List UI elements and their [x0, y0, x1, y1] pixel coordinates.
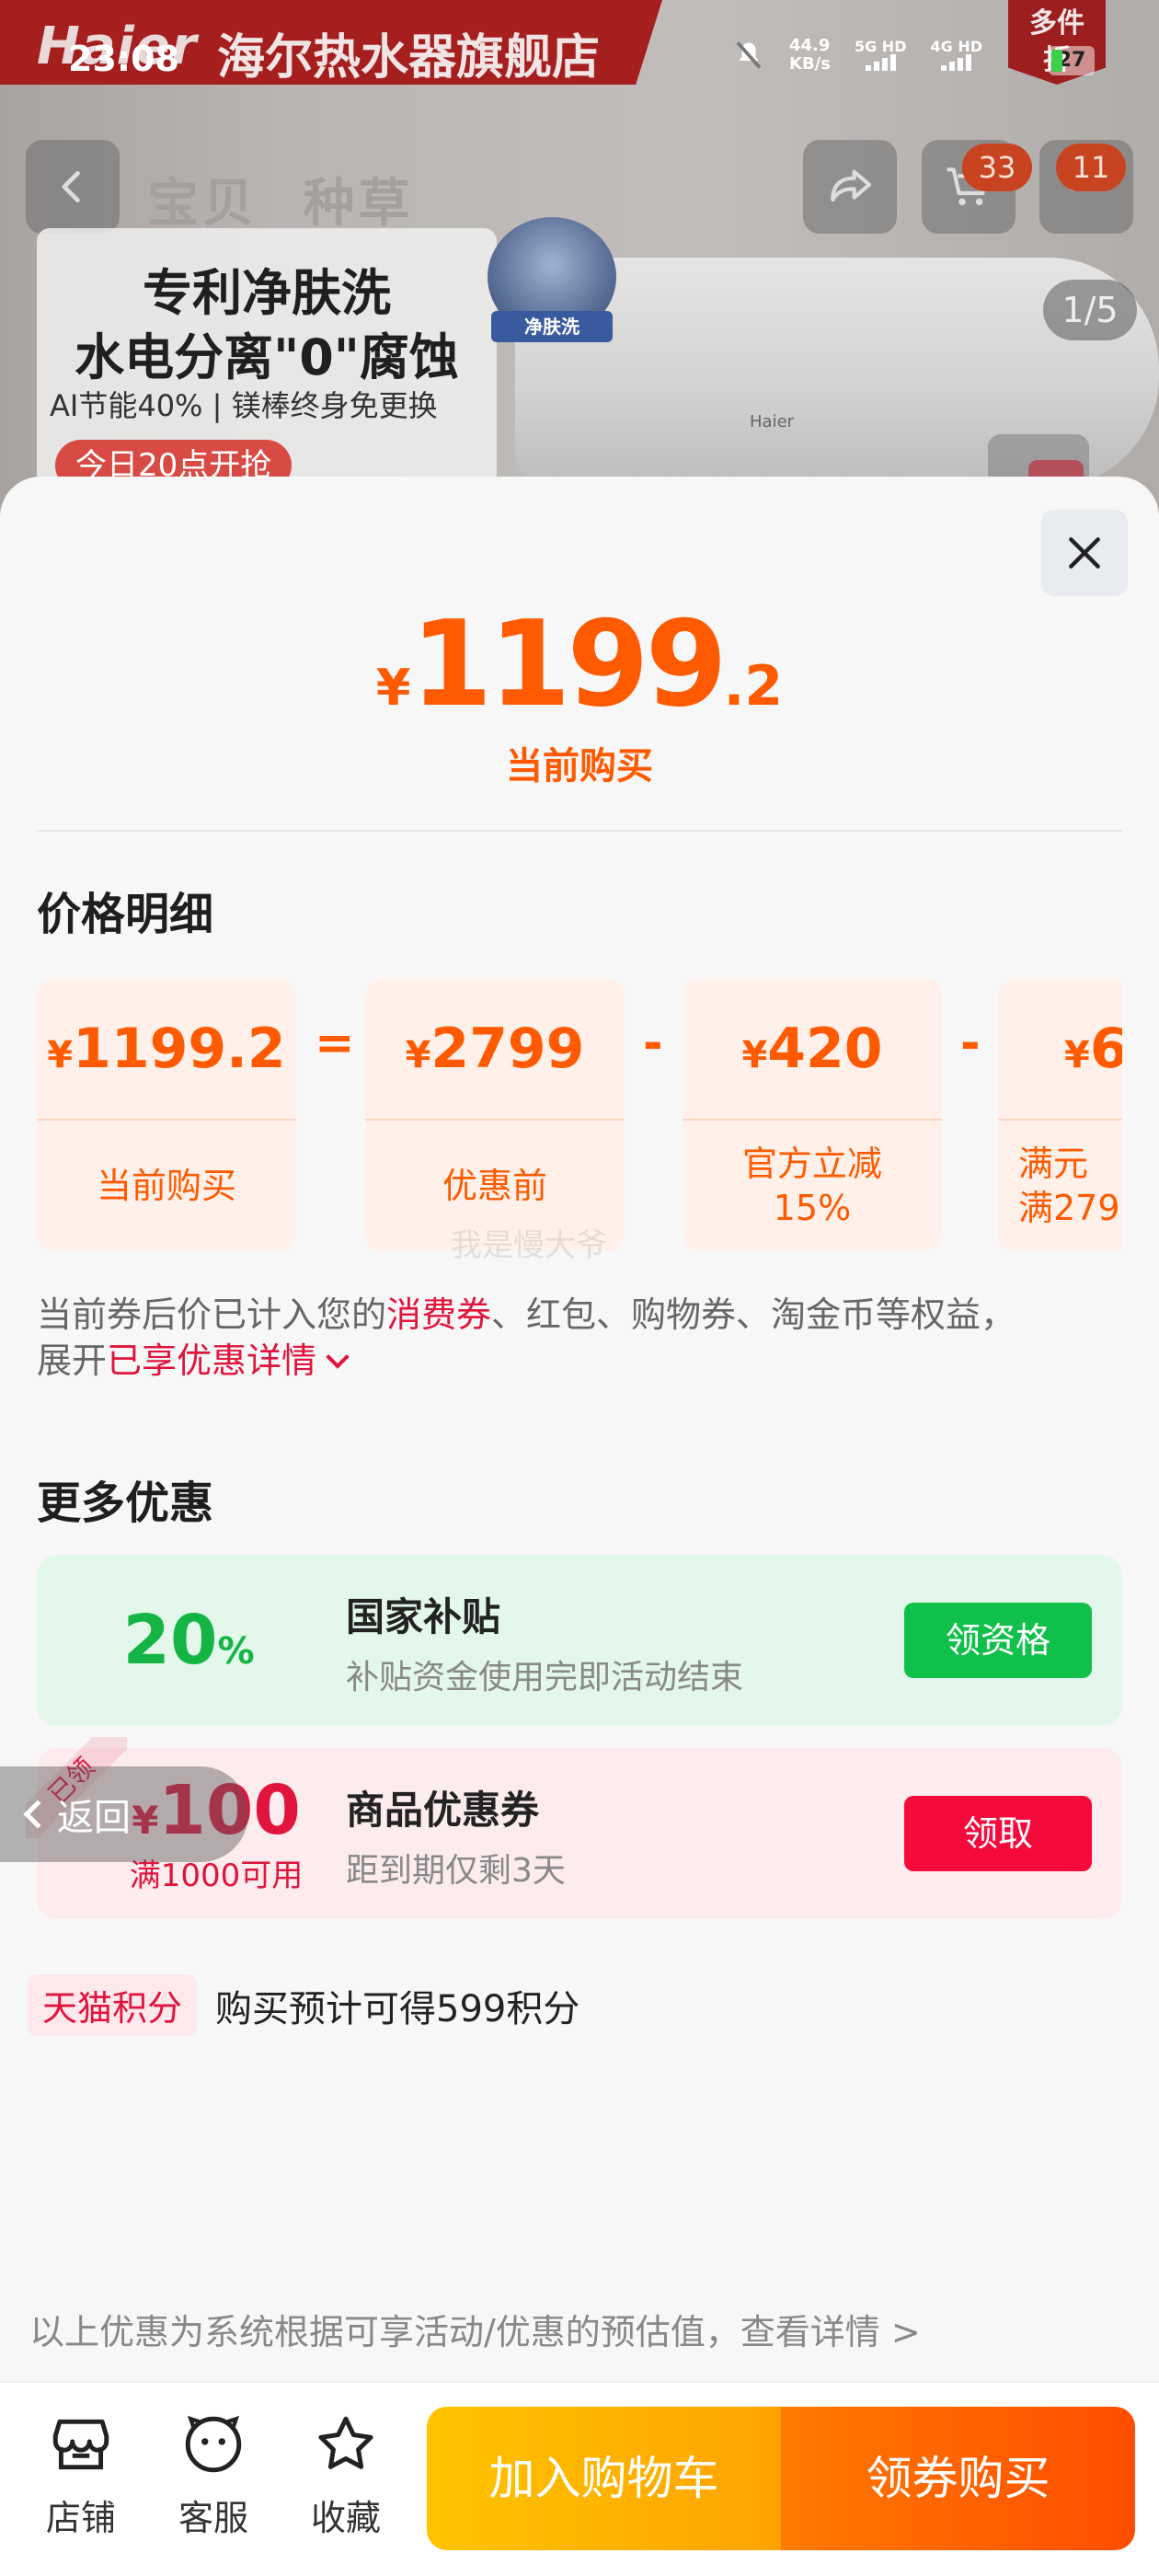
claim-coupon-button[interactable]: 领取	[904, 1796, 1092, 1871]
discount-details-toggle[interactable]: 已享优惠详情	[107, 1340, 316, 1381]
promo-headline-1: 专利净肤洗	[143, 264, 391, 322]
favorite-button[interactable]: 收藏	[291, 2410, 401, 2540]
cart-count-badge: 33	[962, 144, 1032, 191]
consumption-coupon-link[interactable]: 消费券	[386, 1294, 491, 1335]
close-icon	[1069, 537, 1100, 569]
breakdown-card-original: ¥2799 优惠前	[365, 979, 625, 1251]
breakdown-card-current: ¥1199.2 当前购买	[37, 979, 296, 1251]
net-speed: 44.9 KB/s	[789, 36, 831, 74]
return-button[interactable]: 返回	[0, 1766, 248, 1862]
operator-equals: =	[315, 1016, 355, 1071]
heater-logo: Haier	[750, 412, 795, 431]
product-page-background: Haier 海尔热水器旗舰店 23:08 44.9 KB/s 5G HD 4G …	[0, 0, 1159, 515]
breakdown-card-full-reduction: ¥6 满元 满279	[998, 979, 1122, 1251]
page-tabs: 宝贝 种草	[147, 162, 438, 236]
store-icon	[52, 2419, 109, 2470]
subsidy-subtitle: 补贴资金使用完即活动结束	[346, 1659, 744, 1696]
tmall-points: 天猫积分 购买预计可得599积分	[28, 1974, 580, 2036]
subsidy-title: 国家补贴	[346, 1594, 501, 1639]
share-icon	[831, 169, 872, 202]
promo-headline-2: 水电分离"0"腐蚀	[75, 328, 459, 386]
coupon-title: 商品优惠券	[346, 1788, 540, 1833]
close-button[interactable]	[1041, 510, 1128, 596]
signal-sim1: 5G HD	[855, 40, 906, 71]
back-icon	[62, 170, 80, 203]
message-count-badge: 11	[1056, 144, 1126, 191]
status-time: 23:08	[68, 39, 179, 79]
tab-item[interactable]: 宝贝	[147, 174, 258, 234]
more-offers-title: 更多优惠	[37, 1478, 214, 1529]
star-icon	[318, 2416, 373, 2469]
price-detail-title: 价格明细	[37, 889, 214, 940]
feature-badge-label: 净肤洗	[491, 311, 613, 342]
back-button[interactable]	[26, 140, 120, 234]
store-name: 海尔热水器旗舰店	[217, 30, 601, 86]
breakdown-card-official-discount: ¥420 官方立减 15%	[683, 979, 942, 1251]
chevron-left-icon	[23, 1800, 52, 1829]
buy-with-coupon-button[interactable]: 领券购买	[781, 2407, 1135, 2550]
operator-minus: -	[643, 1016, 663, 1071]
coupon-subtitle: 距到期仅剩3天	[346, 1852, 566, 1890]
battery-indicator: 27	[1049, 46, 1095, 75]
gov-subsidy-offer: 20% 国家补贴 补贴资金使用完即活动结束 领资格	[37, 1555, 1122, 1726]
store-button[interactable]: 店铺	[26, 2410, 136, 2540]
promo-features: AI节能40% | 镁棒终身免更换	[50, 388, 438, 423]
disclaimer-link[interactable]: 以上优惠为系统根据可享活动/优惠的预估值，查看详情 >	[29, 2304, 921, 2354]
current-price-label: 当前购买	[506, 745, 653, 788]
points-text: 购买预计可得599积分	[215, 1987, 580, 2030]
image-counter: 1/5	[1043, 280, 1137, 340]
coupon-condition: 满1000可用	[129, 1857, 304, 1894]
price-breakdown: ¥1199.2 当前购买 = ¥2799 优惠前 - ¥420 官方立减 15%…	[37, 979, 1122, 1255]
price-note: 当前券后价已计入您的消费券、红包、购物券、淘金币等权益， 展开已享优惠详情	[37, 1294, 1016, 1381]
add-to-cart-button[interactable]: 加入购物车	[427, 2407, 781, 2550]
signal-sim2: 4G HD	[930, 40, 982, 71]
service-icon	[185, 2415, 242, 2473]
points-tag: 天猫积分	[28, 1974, 198, 2036]
operator-minus: -	[960, 1016, 981, 1071]
watermark: 我是慢大爷	[451, 1227, 607, 1264]
tab-reviews[interactable]: 种草	[304, 174, 414, 234]
subsidy-percent: 20%	[122, 1601, 255, 1680]
divider	[37, 830, 1122, 832]
customer-service-button[interactable]: 客服	[158, 2410, 269, 2540]
current-price: ¥1199.2	[375, 596, 784, 733]
cta-group: 加入购物车 领券购买	[427, 2407, 1135, 2550]
chevron-down-icon[interactable]	[326, 1345, 350, 1369]
promo-card: 专利净肤洗 水电分离"0"腐蚀 AI节能40% | 镁棒终身免更换 今日20点开…	[37, 228, 497, 515]
share-button[interactable]	[803, 140, 897, 234]
bell-mute-icon	[736, 41, 762, 69]
claim-qualification-button[interactable]: 领资格	[904, 1603, 1092, 1678]
